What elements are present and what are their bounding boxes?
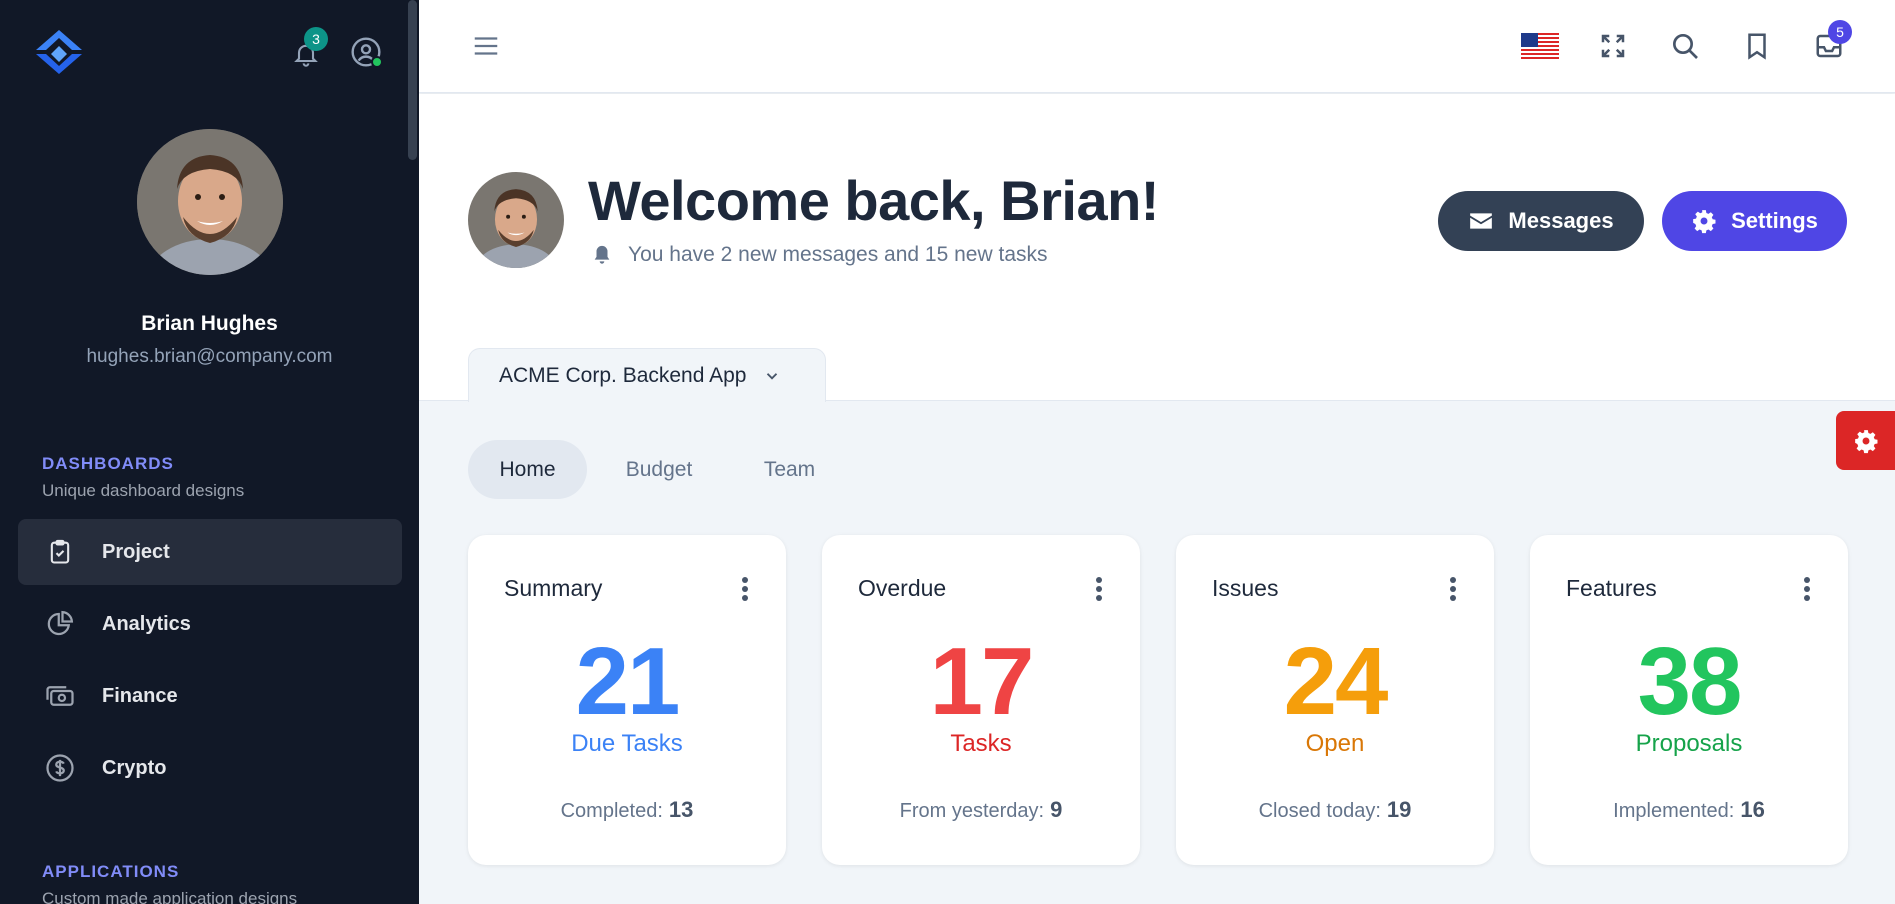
online-status-dot — [371, 56, 383, 68]
card-title: Summary — [504, 575, 603, 601]
section-subtitle-dashboards: Unique dashboard designs — [42, 481, 245, 500]
messages-button-label: Messages — [1508, 208, 1614, 233]
card-label: Tasks — [950, 730, 1012, 757]
user-avatar[interactable] — [137, 129, 283, 275]
app-logo-icon[interactable] — [34, 28, 84, 76]
card-footer: Implemented: 16 — [1530, 797, 1848, 823]
fullscreen-icon[interactable] — [1593, 26, 1633, 66]
sidebar-item-label: Project — [102, 540, 170, 563]
sidebar-item-project[interactable]: Project — [18, 519, 402, 585]
card-title: Issues — [1212, 575, 1279, 601]
theme-settings-gear-button[interactable] — [1836, 411, 1895, 470]
card-number: 21 — [575, 628, 681, 735]
settings-button[interactable]: Settings — [1662, 191, 1847, 251]
sidebar-item-label: Analytics — [102, 612, 191, 635]
user-email: hughes.brian@company.com — [86, 346, 333, 367]
bookmark-icon[interactable] — [1737, 26, 1777, 66]
more-vertical-icon[interactable] — [1094, 575, 1104, 603]
card-footer-value: 19 — [1386, 797, 1412, 822]
welcome-subline: You have 2 new messages and 15 new tasks — [590, 243, 1048, 267]
card-number: 17 — [929, 628, 1035, 735]
settings-button-label: Settings — [1731, 208, 1818, 233]
section-subtitle-applications: Custom made application designs — [42, 889, 298, 904]
search-icon[interactable] — [1665, 26, 1705, 66]
features-card: Features 38 Proposals Implemented: 16 — [1530, 535, 1848, 865]
card-footer-value: 13 — [668, 797, 694, 822]
section-title-dashboards: DASHBOARDS — [42, 454, 174, 473]
card-footer-value: 9 — [1050, 797, 1063, 822]
welcome-subline-text: You have 2 new messages and 15 new tasks — [628, 243, 1048, 266]
card-footer-label: Closed today: — [1258, 800, 1381, 822]
card-footer-label: From yesterday: — [899, 800, 1045, 822]
card-title: Overdue — [858, 575, 947, 601]
sidebar-scrollbar[interactable] — [408, 0, 417, 160]
currency-dollar-icon — [44, 752, 76, 784]
tab-budget[interactable]: Budget — [607, 440, 711, 499]
sidebar-item-label: Crypto — [102, 756, 167, 779]
cash-icon — [44, 680, 76, 712]
chevron-down-icon — [762, 366, 782, 386]
header-avatar — [468, 172, 564, 268]
overdue-card: Overdue 17 Tasks From yesterday: 9 — [822, 535, 1140, 865]
more-vertical-icon[interactable] — [1448, 575, 1458, 603]
card-footer: Completed: 13 — [468, 797, 786, 823]
card-footer-label: Implemented: — [1613, 800, 1735, 822]
issues-card: Issues 24 Open Closed today: 19 — [1176, 535, 1494, 865]
bell-icon — [590, 243, 614, 267]
gear-icon — [1853, 428, 1879, 454]
card-label: Open — [1305, 730, 1365, 757]
card-footer-value: 16 — [1740, 797, 1765, 822]
inbox-count-badge: 5 — [1828, 20, 1852, 44]
card-footer: From yesterday: 9 — [822, 797, 1140, 823]
sidebar-item-analytics[interactable]: Analytics — [18, 591, 402, 657]
card-footer: Closed today: 19 — [1176, 797, 1494, 823]
card-label: Due Tasks — [571, 730, 683, 757]
summary-card: Summary 21 Due Tasks Completed: 13 — [468, 535, 786, 865]
card-number: 38 — [1637, 628, 1743, 735]
project-selector-label: ACME Corp. Backend App — [499, 363, 747, 387]
clipboard-check-icon — [44, 536, 76, 568]
us-flag-icon[interactable] — [1520, 26, 1560, 66]
mail-icon — [1468, 208, 1494, 234]
card-footer-label: Completed: — [560, 800, 663, 822]
sidebar-item-label: Finance — [102, 684, 178, 707]
user-name: Brian Hughes — [141, 312, 278, 335]
messages-button[interactable]: Messages — [1438, 191, 1644, 251]
card-label: Proposals — [1635, 730, 1743, 757]
sidebar-item-finance[interactable]: Finance — [18, 663, 402, 729]
chart-pie-icon — [44, 608, 76, 640]
sidebar-item-crypto[interactable]: Crypto — [18, 735, 402, 801]
tab-team[interactable]: Team — [741, 440, 838, 499]
menu-icon[interactable] — [466, 26, 506, 66]
gear-icon — [1691, 208, 1717, 234]
notifications-count-badge: 3 — [304, 27, 328, 51]
section-title-applications: APPLICATIONS — [42, 862, 180, 881]
card-title: Features — [1566, 575, 1657, 601]
more-vertical-icon[interactable] — [740, 575, 750, 603]
card-number: 24 — [1283, 628, 1389, 735]
welcome-heading: Welcome back, Brian! — [588, 169, 1159, 232]
sidebar: 3 Brian Hughes hughes.brian@company.com … — [0, 0, 419, 904]
project-selector[interactable]: ACME Corp. Backend App — [468, 348, 826, 402]
tab-home[interactable]: Home — [468, 440, 587, 499]
more-vertical-icon[interactable] — [1802, 575, 1812, 603]
